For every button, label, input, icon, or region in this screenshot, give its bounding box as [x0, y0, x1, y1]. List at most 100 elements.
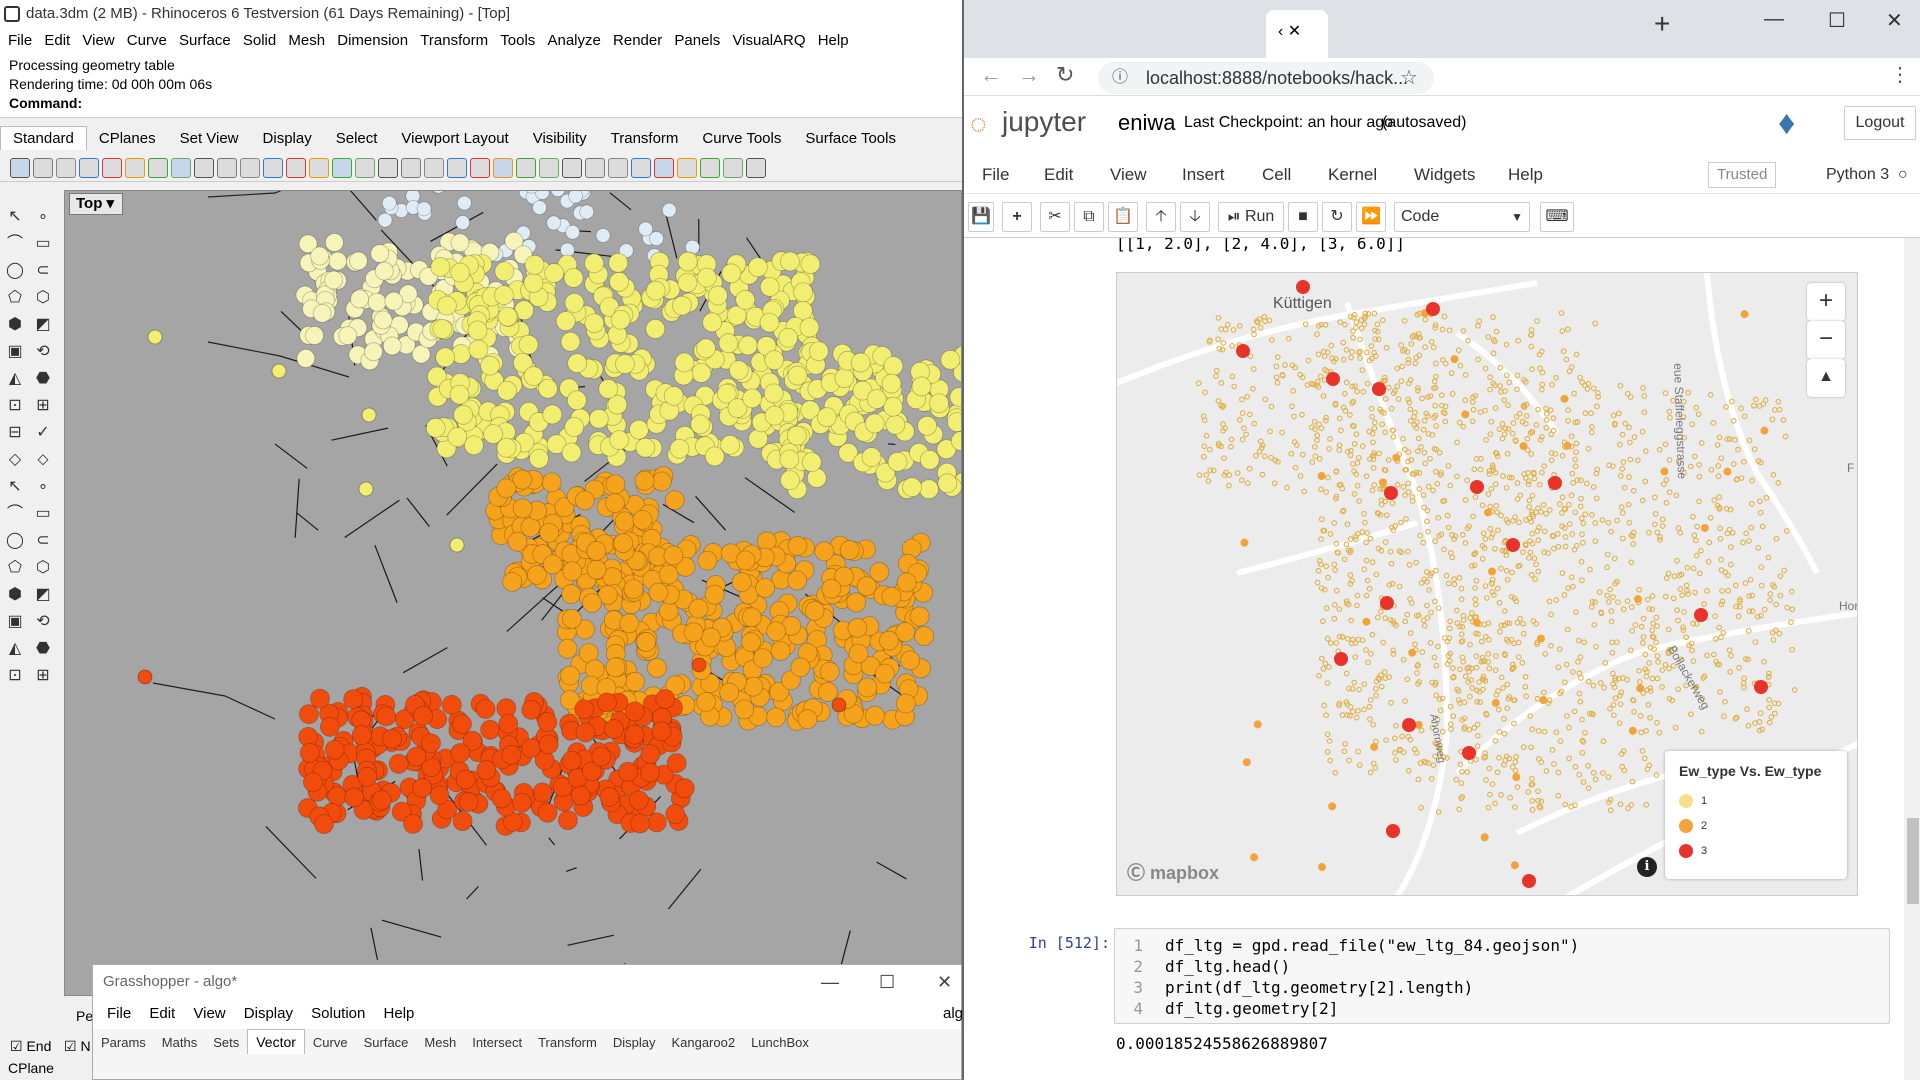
toolbar-tool-icon[interactable] — [424, 158, 444, 178]
close-icon[interactable]: ✕ — [1886, 8, 1903, 33]
left-tool-icon[interactable]: ∘ — [32, 206, 54, 228]
tab-select[interactable]: Select — [324, 127, 390, 151]
left-tool-icon[interactable]: ▭ — [32, 503, 54, 525]
stop-icon[interactable]: ■ — [1288, 202, 1318, 232]
maximize-icon[interactable]: ☐ — [879, 965, 895, 999]
gh-tab-maths[interactable]: Maths — [154, 1031, 205, 1055]
star-icon[interactable]: ☆ — [1400, 62, 1418, 94]
move-up-icon[interactable]: 🡡 — [1146, 202, 1176, 232]
left-tool-icon[interactable]: ⊞ — [32, 395, 54, 417]
toolbar-tool-icon[interactable] — [332, 158, 352, 178]
mapbox-attribution[interactable]: Ⓒ mapbox — [1127, 859, 1219, 885]
toolbar-tool-icon[interactable] — [516, 158, 536, 178]
trusted-indicator[interactable]: Trusted — [1708, 162, 1777, 188]
left-tool-icon[interactable]: ◩ — [32, 314, 54, 336]
compass-button[interactable]: ▲ — [1807, 359, 1845, 397]
tab-curve-tools[interactable]: Curve Tools — [690, 127, 793, 151]
map-output[interactable]: Küttigen eue Staffeleggstrasse Bollacker… — [1116, 272, 1858, 896]
gh-tab-lunchbox[interactable]: LunchBox — [743, 1031, 817, 1055]
cell-type-select[interactable]: Code ▼ — [1394, 202, 1530, 232]
left-tool-icon[interactable]: ⊂ — [32, 260, 54, 282]
toolbar-tool-icon[interactable] — [447, 158, 467, 178]
toolbar-tool-icon[interactable] — [378, 158, 398, 178]
minimize-icon[interactable]: — — [1764, 8, 1784, 31]
left-tool-icon[interactable]: ▣ — [4, 611, 26, 633]
left-tool-icon[interactable]: ⬠ — [4, 557, 26, 579]
gh-menu-solution[interactable]: Solution — [311, 999, 365, 1029]
toolbar-tool-icon[interactable] — [10, 158, 30, 178]
toolbar-tool-icon[interactable] — [125, 158, 145, 178]
gh-tab-vector[interactable]: Vector — [247, 1029, 305, 1054]
checkbox-icon[interactable]: ☑ — [64, 1038, 77, 1054]
toolbar-tool-icon[interactable] — [217, 158, 237, 178]
gh-menu-file[interactable]: File — [107, 999, 131, 1029]
toolbar-tool-icon[interactable] — [585, 158, 605, 178]
rhino-menu-mesh[interactable]: Mesh — [288, 28, 325, 54]
toolbar-tool-icon[interactable] — [539, 158, 559, 178]
rhino-menu-curve[interactable]: Curve — [127, 28, 167, 54]
end-osnap[interactable]: ☑ End — [10, 1038, 51, 1055]
zoom-in-button[interactable]: + — [1807, 283, 1845, 321]
left-tool-icon[interactable]: ⬣ — [32, 638, 54, 660]
move-down-icon[interactable]: 🡣 — [1180, 202, 1210, 232]
close-icon[interactable]: ✕ — [937, 965, 952, 999]
command-prompt[interactable]: Command: — [9, 94, 953, 113]
viewport-label[interactable]: Top ▾ — [69, 193, 124, 215]
rhino-menu-render[interactable]: Render — [613, 28, 662, 54]
info-icon[interactable]: ⓘ — [1112, 62, 1128, 94]
rhino-menu-dimension[interactable]: Dimension — [337, 28, 408, 54]
run-button[interactable]: ⏯ Run — [1218, 202, 1284, 232]
tab-set-view[interactable]: Set View — [168, 127, 251, 151]
left-tool-icon[interactable]: ⬢ — [4, 314, 26, 336]
save-icon[interactable]: 💾 — [968, 202, 994, 232]
rhino-menu-tools[interactable]: Tools — [500, 28, 535, 54]
left-tool-icon[interactable]: ⟲ — [32, 611, 54, 633]
toolbar-tool-icon[interactable] — [746, 158, 766, 178]
rhino-menu-help[interactable]: Help — [818, 28, 849, 54]
keyboard-icon[interactable]: ⌨ — [1540, 202, 1574, 232]
gh-menu-edit[interactable]: Edit — [149, 999, 175, 1029]
left-tool-icon[interactable]: ⬣ — [32, 368, 54, 390]
active-tab[interactable]: ‹ ✕ — [1266, 10, 1328, 58]
fast-forward-icon[interactable]: ⏩ — [1356, 202, 1386, 232]
zoom-out-button[interactable]: − — [1807, 321, 1845, 359]
toolbar-tool-icon[interactable] — [286, 158, 306, 178]
left-tool-icon[interactable]: ✓ — [32, 422, 54, 444]
jupyter-logo-icon[interactable]: ◌ — [970, 108, 987, 140]
new-tab-icon[interactable]: + — [1654, 8, 1670, 40]
copy-icon[interactable]: ⧉ — [1074, 202, 1104, 232]
gh-tab-intersect[interactable]: Intersect — [464, 1031, 530, 1055]
left-tool-icon[interactable]: ◇ — [4, 449, 26, 471]
logout-button[interactable]: Logout — [1844, 106, 1916, 140]
jupyter-logo[interactable]: jupyter — [1002, 106, 1086, 138]
toolbar-tool-icon[interactable] — [33, 158, 53, 178]
tab-cplanes[interactable]: CPlanes — [87, 127, 168, 151]
left-tool-icon[interactable]: ◯ — [4, 260, 26, 282]
toolbar-tool-icon[interactable] — [493, 158, 513, 178]
gh-tab-surface[interactable]: Surface — [356, 1031, 417, 1055]
code-cell[interactable]: 1 2 3 4 df_ltg = gpd.read_file("ew_ltg_8… — [1114, 928, 1890, 1024]
left-tool-icon[interactable]: ▭ — [32, 233, 54, 255]
tab-display[interactable]: Display — [251, 127, 324, 151]
left-tool-icon[interactable]: ⬠ — [4, 287, 26, 309]
left-tool-icon[interactable]: ⬢ — [4, 584, 26, 606]
gh-tab-sets[interactable]: Sets — [205, 1031, 247, 1055]
toolbar-tool-icon[interactable] — [631, 158, 651, 178]
back-icon[interactable]: ← — [980, 62, 1002, 88]
jp-menu-file[interactable]: File — [982, 156, 1009, 194]
left-tool-icon[interactable]: ⌒ — [4, 233, 26, 255]
toolbar-tool-icon[interactable] — [171, 158, 191, 178]
left-tool-icon[interactable]: ⬡ — [32, 287, 54, 309]
left-tool-icon[interactable]: ⟲ — [32, 341, 54, 363]
tab-viewport-layout[interactable]: Viewport Layout — [389, 127, 520, 151]
toolbar-tool-icon[interactable] — [56, 158, 76, 178]
left-tool-icon[interactable]: ⊟ — [4, 422, 26, 444]
gh-tab-params[interactable]: Params — [93, 1031, 154, 1055]
toolbar-tool-icon[interactable] — [148, 158, 168, 178]
tab-standard[interactable]: Standard — [0, 126, 87, 150]
reload-icon[interactable]: ↻ — [1056, 62, 1074, 88]
jp-menu-view[interactable]: View — [1110, 156, 1147, 194]
left-tool-icon[interactable]: ⬡ — [32, 557, 54, 579]
jp-menu-widgets[interactable]: Widgets — [1414, 156, 1475, 194]
toolbar-tool-icon[interactable] — [700, 158, 720, 178]
